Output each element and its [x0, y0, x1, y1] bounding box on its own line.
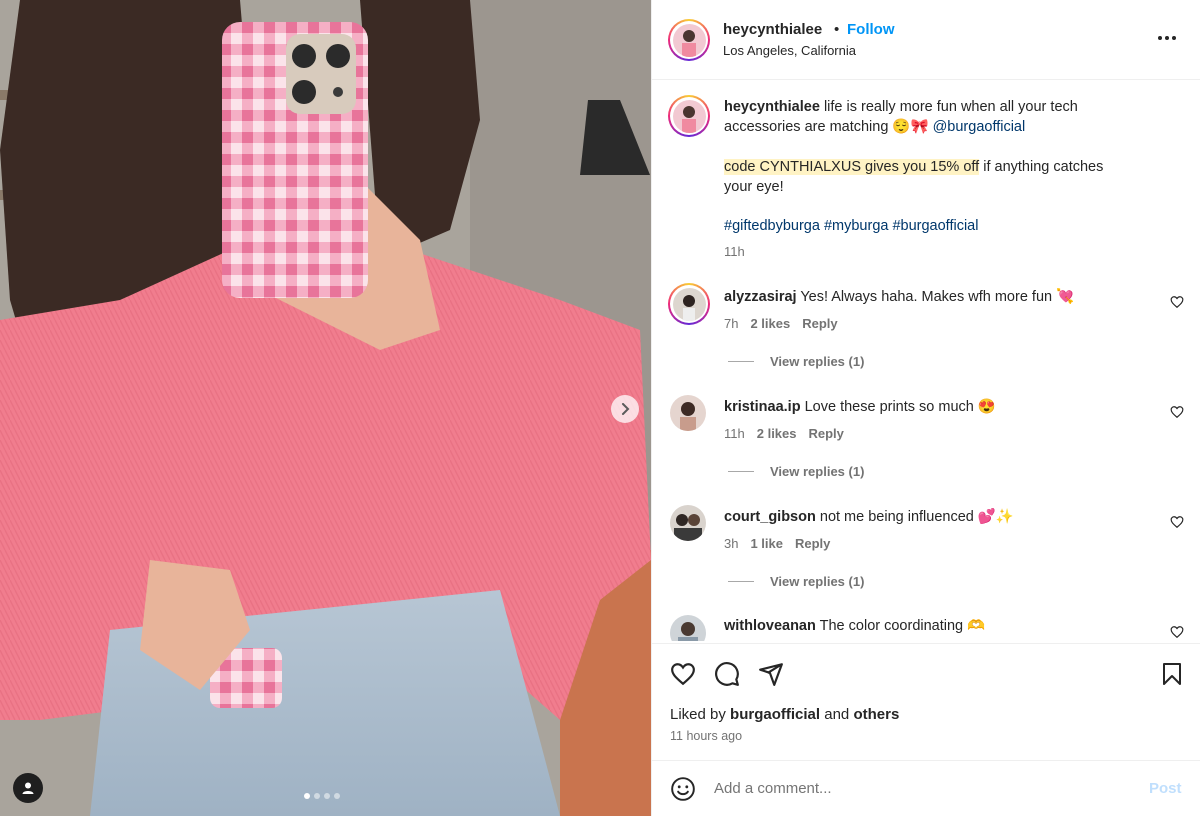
comment-avatar[interactable]	[670, 505, 706, 541]
carousel-indicator	[304, 793, 340, 799]
caption-line-2: accessories are matching 😌🎀 @burgaoffici…	[724, 117, 1184, 137]
post-side-panel: heycynthialee • Follow Los Angeles, Cali…	[651, 0, 1200, 816]
post-modal: heycynthialee • Follow Los Angeles, Cali…	[0, 0, 1200, 816]
comment-avatar[interactable]	[670, 615, 706, 641]
comment-body: Love these prints so much 😍	[804, 399, 996, 415]
caption-mention[interactable]: @burgaofficial	[933, 119, 1026, 135]
view-replies-label[interactable]: View replies (1)	[770, 464, 864, 479]
liked-by-others[interactable]: others	[853, 706, 899, 723]
comment-username[interactable]: court_gibson	[724, 509, 816, 525]
avatar-image	[670, 395, 706, 431]
comment-time[interactable]: 7h	[724, 316, 738, 331]
comment-body: Yes! Always haha. Makes wfh more fun 💘	[800, 289, 1075, 305]
comment-text: court_gibson not me being influenced 💕✨	[724, 507, 1154, 527]
reply-button[interactable]: Reply	[795, 536, 830, 551]
comment-username[interactable]: alyzzasiraj	[724, 289, 797, 305]
chevron-right-icon	[622, 403, 630, 415]
divider	[728, 361, 754, 362]
caption-text: accessories are matching 😌🎀	[724, 119, 929, 135]
post-time[interactable]: 11 hours ago	[670, 729, 742, 743]
view-replies-label[interactable]: View replies (1)	[770, 574, 864, 589]
comment-body: The color coordinating 🫶	[819, 618, 986, 634]
caption-text: life is really more fun when all your te…	[823, 99, 1078, 115]
comment-composer: Post	[652, 760, 1200, 816]
heart-icon[interactable]	[670, 661, 696, 687]
comment-avatar[interactable]	[668, 283, 710, 325]
post-location[interactable]: Los Angeles, California	[723, 43, 856, 58]
follow-button[interactable]: Follow	[847, 21, 895, 38]
user-tag-icon	[22, 782, 34, 794]
avatar-image	[672, 287, 706, 321]
view-replies-label[interactable]: View replies (1)	[770, 354, 864, 369]
author-username[interactable]: heycynthialee	[723, 21, 822, 38]
carousel-dot	[334, 793, 340, 799]
comment-likes[interactable]: 2 likes	[757, 426, 797, 441]
liked-by: Liked by burgaofficial and others	[670, 706, 899, 723]
user-tag-button[interactable]	[13, 773, 43, 803]
more-icon	[1158, 36, 1162, 40]
post-header: heycynthialee • Follow Los Angeles, Cali…	[652, 0, 1200, 80]
comment-text: withloveanan The color coordinating 🫶	[724, 616, 1154, 636]
comment-text: kristinaa.ip Love these prints so much 😍	[724, 397, 1154, 417]
comment-text: alyzzasiraj Yes! Always haha. Makes wfh …	[724, 287, 1154, 307]
liked-by-prefix: Liked by	[670, 706, 726, 723]
heart-icon[interactable]	[1170, 405, 1184, 419]
reply-button[interactable]: Reply	[802, 316, 837, 331]
heart-icon[interactable]	[1170, 515, 1184, 529]
comments-list[interactable]: heycynthialee life is really more fun wh…	[652, 81, 1200, 641]
caption-hashtags[interactable]: #giftedbyburga #myburga #burgaofficial	[724, 216, 978, 236]
carousel-next-button[interactable]	[611, 395, 639, 423]
comment-body: not me being influenced 💕✨	[819, 509, 1014, 525]
post-actions: Liked by burgaofficial and others 11 hou…	[652, 643, 1200, 753]
caption-line-4: your eye!	[724, 179, 784, 195]
bookmark-icon[interactable]	[1160, 661, 1184, 687]
smiley-icon[interactable]	[670, 776, 696, 802]
caption-avatar[interactable]	[668, 95, 710, 137]
discount-code: code CYNTHIALXUS gives you 15% off	[724, 159, 980, 175]
post-photo[interactable]	[0, 0, 651, 816]
separator-dot: •	[834, 21, 840, 38]
caption-username[interactable]: heycynthialee	[724, 99, 820, 115]
caption-timestamp[interactable]: 11h	[724, 244, 745, 259]
comment-likes[interactable]: 2 likes	[750, 316, 790, 331]
divider	[728, 581, 754, 582]
avatar-image	[670, 505, 706, 541]
paper-plane-icon[interactable]	[758, 661, 784, 687]
comment-meta: 7h 2 likes Reply	[724, 316, 838, 331]
view-replies-button[interactable]: View replies (1)	[728, 464, 864, 479]
post-comment-button[interactable]: Post	[1149, 780, 1182, 797]
carousel-dot	[314, 793, 320, 799]
comment-likes[interactable]: 1 like	[750, 536, 783, 551]
liked-by-and: and	[824, 706, 850, 723]
avatar-image	[672, 99, 706, 133]
view-replies-button[interactable]: View replies (1)	[728, 574, 864, 589]
comment-meta: 3h 1 like Reply	[724, 536, 830, 551]
comment-icon[interactable]	[714, 661, 740, 687]
heart-icon[interactable]	[1170, 625, 1184, 639]
author-avatar[interactable]	[668, 19, 710, 61]
more-options-button[interactable]	[1158, 36, 1176, 40]
comment-time[interactable]: 11h	[724, 426, 745, 441]
carousel-dot	[304, 793, 310, 799]
comment-meta: 11h 2 likes Reply	[724, 426, 844, 441]
heart-icon[interactable]	[1170, 295, 1184, 309]
comment-time[interactable]: 3h	[724, 536, 738, 551]
view-replies-button[interactable]: View replies (1)	[728, 354, 864, 369]
caption-line-1: heycynthialee life is really more fun wh…	[724, 97, 1184, 117]
divider	[728, 471, 754, 472]
comment-avatar[interactable]	[670, 395, 706, 431]
photo-scene	[0, 0, 651, 816]
comment-username[interactable]: withloveanan	[724, 618, 816, 634]
liked-by-user[interactable]: burgaofficial	[730, 706, 820, 723]
avatar-image	[670, 615, 706, 641]
caption-text: if anything catches	[983, 159, 1104, 175]
comment-input[interactable]	[714, 780, 1114, 797]
caption-line-3: code CYNTHIALXUS gives you 15% off if an…	[724, 157, 1184, 177]
caption-time: 11h	[724, 244, 745, 259]
reply-button[interactable]: Reply	[809, 426, 844, 441]
avatar-image	[672, 23, 706, 57]
comment-username[interactable]: kristinaa.ip	[724, 399, 801, 415]
carousel-dot	[324, 793, 330, 799]
